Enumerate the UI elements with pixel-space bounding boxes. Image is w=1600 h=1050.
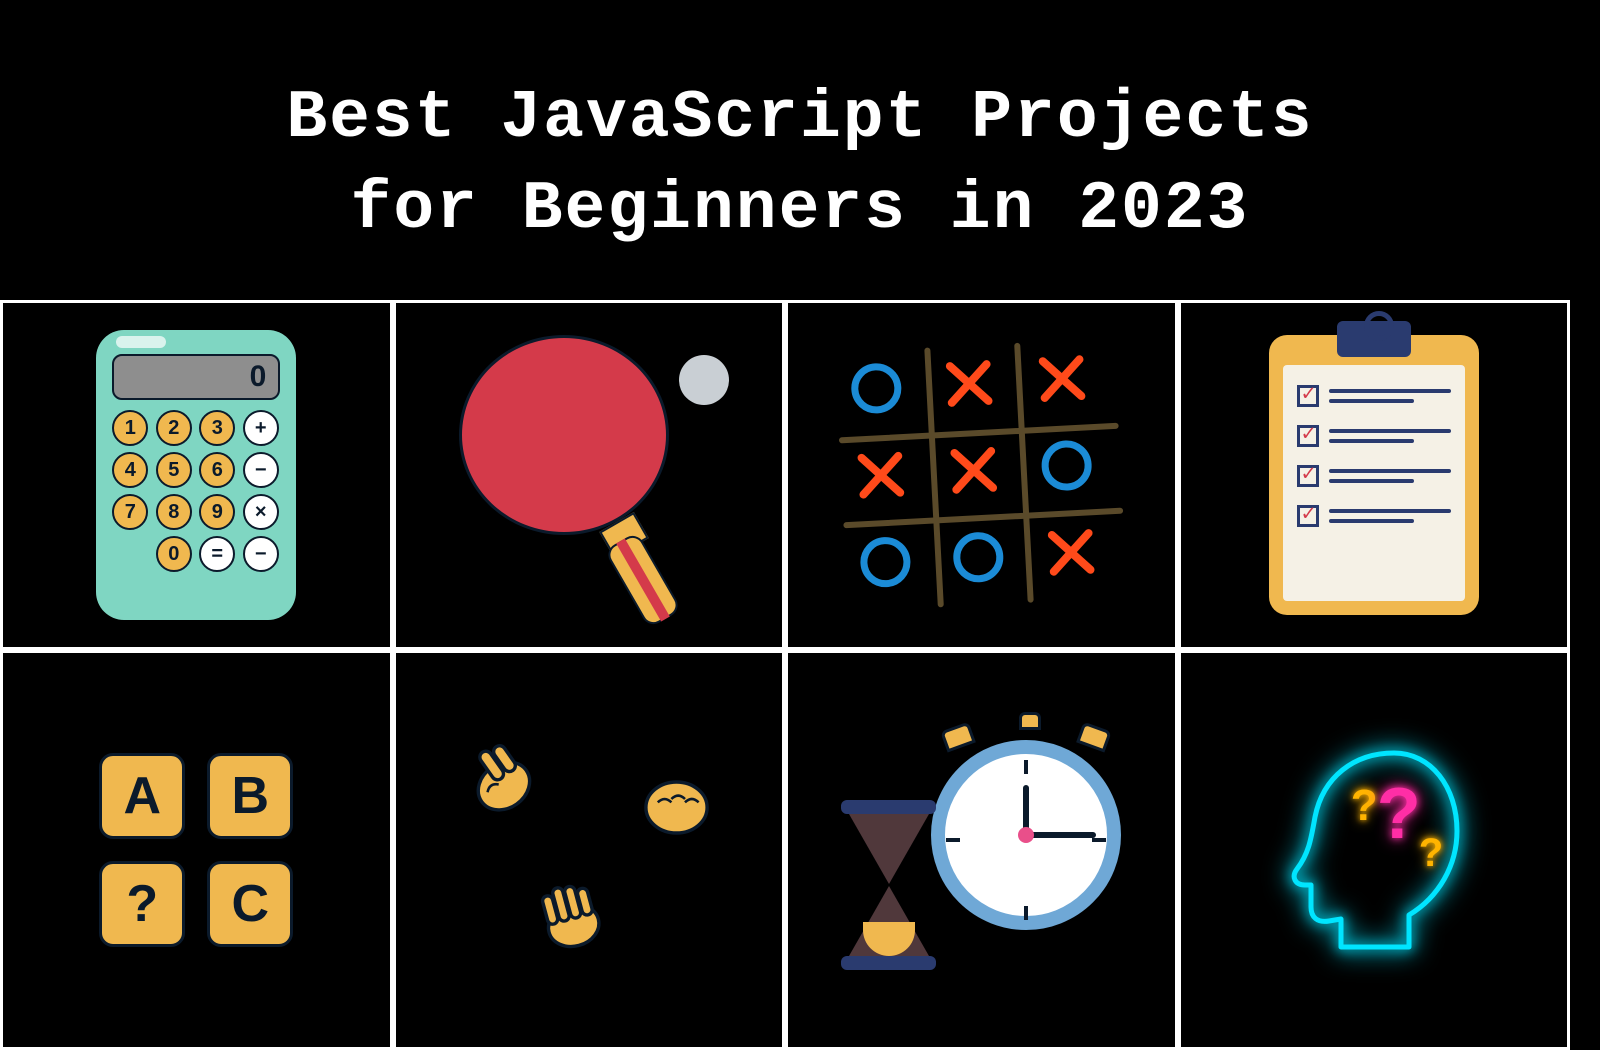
ttt-cell [1025,425,1109,504]
ping-pong-ball-icon [679,355,729,405]
letter-block-question: ? [99,861,185,947]
calculator-key: − [243,452,279,488]
neon-head-question-icon: ? ? ? [1259,735,1489,965]
letter-blocks-icon: A B ? C [99,753,293,947]
project-grid: 0 123+456−789×0=− ✓ [0,300,1600,1050]
ttt-cell [1020,339,1104,418]
calculator-key: 2 [156,410,192,446]
paper-hand-icon [519,865,623,969]
project-cell-ping-pong [393,300,786,650]
rock-hand-icon [634,765,719,850]
neon-head-outline-icon [1259,735,1489,965]
ttt-cell [937,517,1021,596]
calculator-key: × [243,494,279,530]
ping-pong-icon [449,335,729,615]
calculator-key: 1 [112,410,148,446]
calculator-key: − [243,536,279,572]
project-cell-calculator: 0 123+456−789×0=− [0,300,393,650]
project-cell-todo-list: ✓ ✓ ✓ ✓ [1178,300,1571,650]
calculator-key: 4 [112,452,148,488]
calculator-key: 7 [112,494,148,530]
calculator-key: 9 [199,494,235,530]
question-mark-small-1: ? [1351,781,1378,831]
question-mark-small-2: ? [1419,831,1443,876]
ttt-cell [839,435,923,514]
calculator-key: 5 [156,452,192,488]
project-cell-countdown-timer [785,650,1178,1050]
calculator-key: + [243,410,279,446]
letter-block-a: A [99,753,185,839]
ttt-cell [928,343,1012,422]
title-line-2: for Beginners in 2023 [351,171,1250,248]
calculator-icon: 0 123+456−789×0=− [96,330,296,620]
tic-tac-toe-icon [835,338,1128,612]
project-cell-quiz-app: ? ? ? [1178,650,1571,1050]
calculator-key: 6 [199,452,235,488]
scissors-hand-icon [442,723,560,841]
question-mark-large: ? [1377,773,1421,855]
calculator-key: = [199,536,235,572]
ttt-cell [932,430,1016,509]
letter-block-b: B [207,753,293,839]
calculator-key: 8 [156,494,192,530]
ttt-cell [844,522,928,601]
hourglass-icon [841,800,936,970]
project-cell-rock-paper-scissors [393,650,786,1050]
calculator-display: 0 [112,354,280,400]
clipboard-checklist-icon: ✓ ✓ ✓ ✓ [1269,335,1479,615]
letter-block-c: C [207,861,293,947]
ttt-cell [835,348,919,427]
ttt-cell [1029,512,1113,591]
calculator-key: 3 [199,410,235,446]
calculator-key: 0 [156,536,192,572]
alarm-clock-icon [931,740,1121,930]
page-title: Best JavaScript Projects for Beginners i… [0,0,1600,300]
title-line-1: Best JavaScript Projects [286,80,1313,157]
rock-paper-scissors-icon [459,740,719,960]
project-cell-tic-tac-toe [785,300,1178,650]
clock-hourglass-icon [841,730,1121,970]
project-cell-hangman: A B ? C [0,650,393,1050]
